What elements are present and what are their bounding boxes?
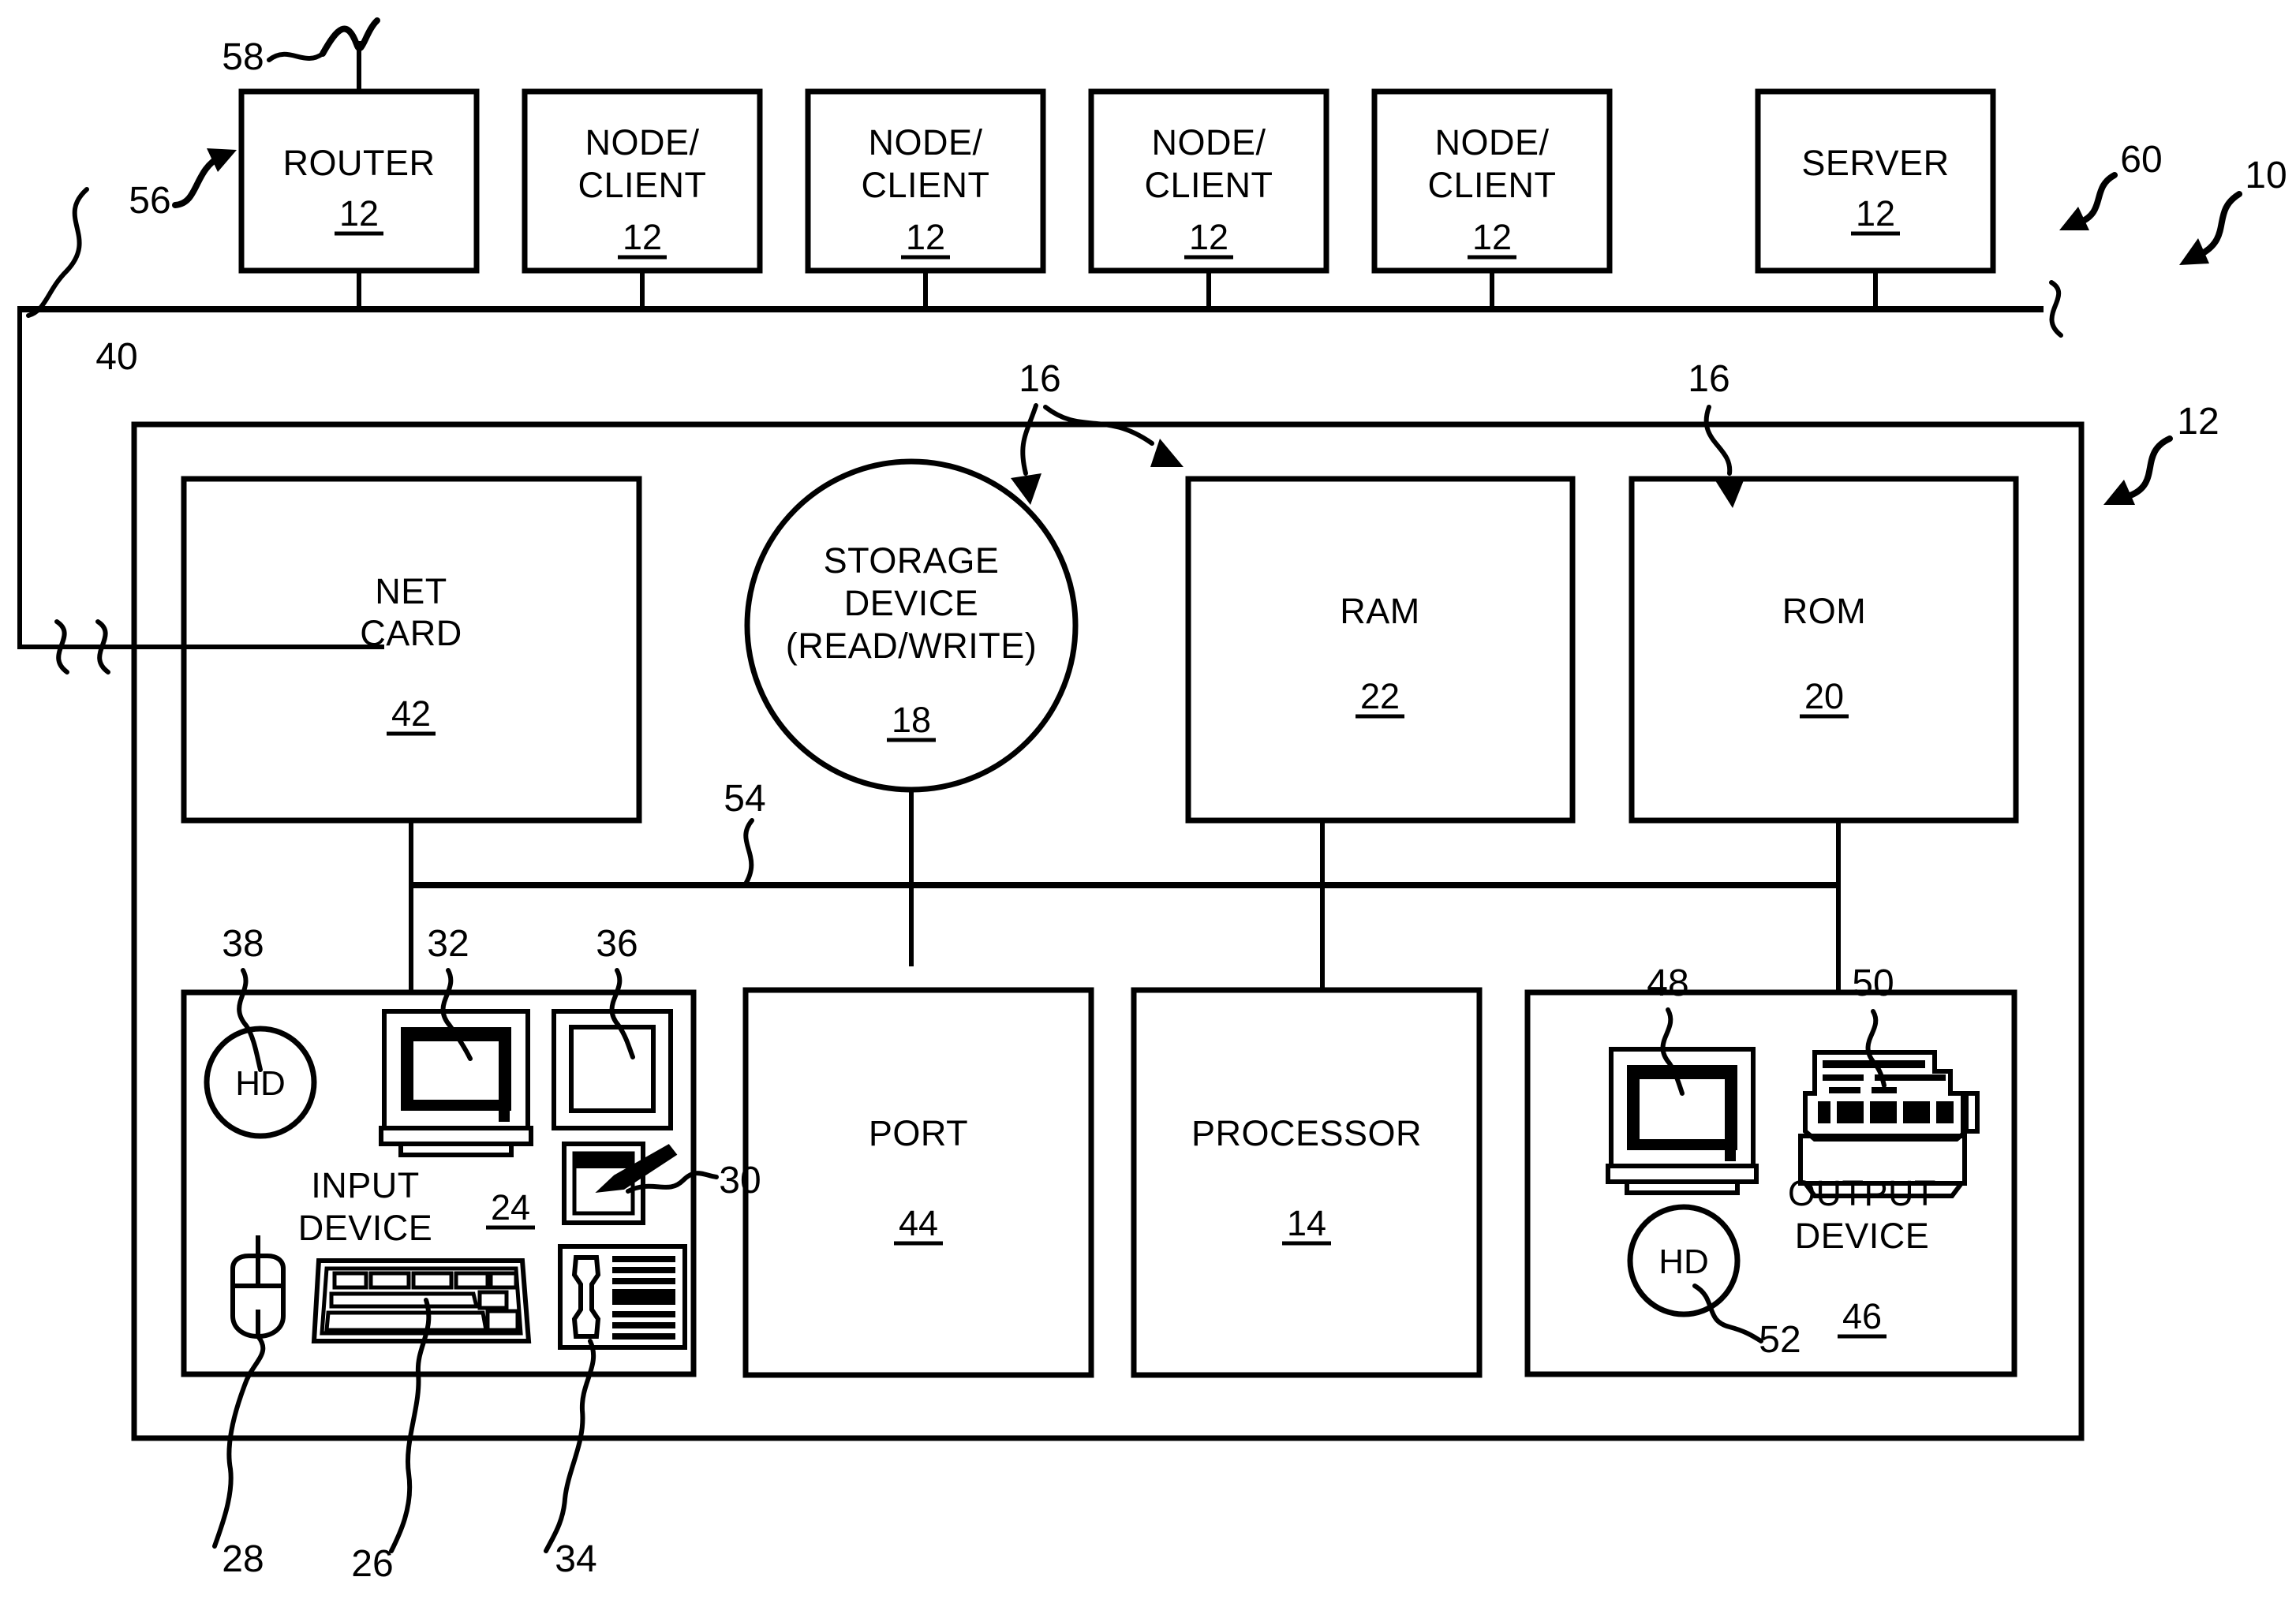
ref-36-label: 36 xyxy=(596,923,638,965)
ref-40-label: 40 xyxy=(95,336,137,378)
storage-device-label-a: STORAGE xyxy=(824,540,1000,581)
router-ref: 12 xyxy=(339,193,379,234)
router-label: ROUTER xyxy=(283,143,436,183)
output-monitor-icon xyxy=(1606,1047,1759,1195)
ref-50-leader xyxy=(1865,1009,1887,1088)
output-device-label-b: DEVICE xyxy=(1795,1216,1930,1256)
node-client-1-label-a: NODE/ xyxy=(585,122,699,163)
output-hd-label: HD xyxy=(1658,1242,1709,1281)
ref-48-label: 48 xyxy=(1647,962,1688,1004)
ref-40-leader xyxy=(26,187,89,318)
server-ref: 12 xyxy=(1856,193,1895,234)
ref-28-leader xyxy=(212,1334,266,1549)
ref-16-rom-arrowhead xyxy=(1714,476,1745,508)
processor-box[interactable] xyxy=(1131,987,1483,1378)
net-card-ref: 42 xyxy=(391,693,431,734)
ref-30-label: 30 xyxy=(719,1160,761,1201)
ref-38-label: 38 xyxy=(222,923,264,965)
node-client-1-label-b: CLIENT xyxy=(578,165,706,205)
ref-38-leader xyxy=(237,968,263,1072)
ref-32-label: 32 xyxy=(427,923,469,965)
storage-device-label-c: (READ/WRITE) xyxy=(786,626,1037,666)
input-keyboard-icon xyxy=(311,1258,532,1343)
ref-60-label: 60 xyxy=(2120,139,2162,181)
ref-34-label: 34 xyxy=(555,1538,596,1580)
ref-28-label: 28 xyxy=(222,1538,264,1580)
ref-54-leader xyxy=(742,818,754,887)
ram-label: RAM xyxy=(1340,591,1420,631)
processor-ref: 14 xyxy=(1287,1203,1326,1243)
ref-52-label: 52 xyxy=(1759,1319,1801,1361)
processor-label: PROCESSOR xyxy=(1191,1113,1422,1153)
patent-figure: ROUTER 12 NODE/ CLIENT 12 NODE/ CLIENT 1… xyxy=(0,0,2296,1618)
ref-16-left-label: 16 xyxy=(1019,358,1060,400)
input-hd-label: HD xyxy=(235,1064,286,1103)
ref-26-label: 26 xyxy=(351,1543,393,1585)
node-client-2-ref: 12 xyxy=(906,217,945,257)
output-device-ref: 46 xyxy=(1842,1296,1882,1336)
network-bus-break-icon xyxy=(2049,280,2063,338)
input-mouse-icon xyxy=(230,1235,286,1340)
ref-12-computer-leader xyxy=(2127,435,2173,499)
ref-12-computer-label: 12 xyxy=(2177,401,2219,443)
output-device-label-a: OUTPUT xyxy=(1788,1173,1936,1213)
node-client-3-label-a: NODE/ xyxy=(1151,122,1266,163)
rom-ref: 20 xyxy=(1804,676,1844,716)
antenna-wave-icon xyxy=(320,17,380,57)
input-scanner-icon xyxy=(552,1009,673,1130)
ram-ref: 22 xyxy=(1360,676,1400,716)
figure-canvas: ROUTER 12 NODE/ CLIENT 12 NODE/ CLIENT 1… xyxy=(17,17,2287,1585)
node-client-4-label-a: NODE/ xyxy=(1434,122,1549,163)
node-client-2-label-a: NODE/ xyxy=(868,122,982,163)
ref-16-right-arrowhead xyxy=(1150,439,1184,467)
ref-58-leader xyxy=(267,51,325,62)
input-device-label-b: DEVICE xyxy=(298,1208,433,1248)
ref-26-leader xyxy=(389,1298,432,1553)
ref-58-label: 58 xyxy=(222,36,264,78)
ref-10-label: 10 xyxy=(2245,155,2287,196)
input-telephone-icon xyxy=(558,1244,687,1350)
port-ref: 44 xyxy=(899,1203,938,1243)
input-tablet-stylus-icon xyxy=(562,1142,678,1225)
ref-16-right-label: 16 xyxy=(1688,358,1729,400)
net-card-label-b: CARD xyxy=(360,613,462,653)
node-client-3-label-b: CLIENT xyxy=(1144,165,1273,205)
net-card-label-a: NET xyxy=(375,571,447,611)
storage-device-ref: 18 xyxy=(892,700,931,740)
ref-56-label: 56 xyxy=(129,180,170,222)
ref-54-label: 54 xyxy=(724,778,765,820)
node-client-3-ref: 12 xyxy=(1189,217,1228,257)
node-client-1-ref: 12 xyxy=(623,217,662,257)
input-device-label-a: INPUT xyxy=(311,1165,420,1205)
server-label: SERVER xyxy=(1801,143,1949,183)
node-client-4-ref: 12 xyxy=(1472,217,1512,257)
port-label: PORT xyxy=(869,1113,968,1153)
node-client-4-label-b: CLIENT xyxy=(1427,165,1556,205)
ram-box[interactable] xyxy=(1185,476,1576,824)
ref-10-leader xyxy=(2198,191,2242,257)
ref-32-leader xyxy=(440,968,473,1061)
ref-16-left-leader xyxy=(1020,403,1038,476)
storage-device-label-b: DEVICE xyxy=(844,583,979,623)
input-device-ref: 24 xyxy=(491,1187,530,1228)
ref-60-leader xyxy=(2077,172,2118,226)
ref-50-label: 50 xyxy=(1852,962,1894,1004)
rom-box[interactable] xyxy=(1629,476,2019,824)
node-client-2-label-b: CLIENT xyxy=(861,165,989,205)
port-box[interactable] xyxy=(742,987,1094,1378)
ref-16-rom-leader xyxy=(1703,405,1733,476)
rom-label: ROM xyxy=(1782,591,1867,631)
